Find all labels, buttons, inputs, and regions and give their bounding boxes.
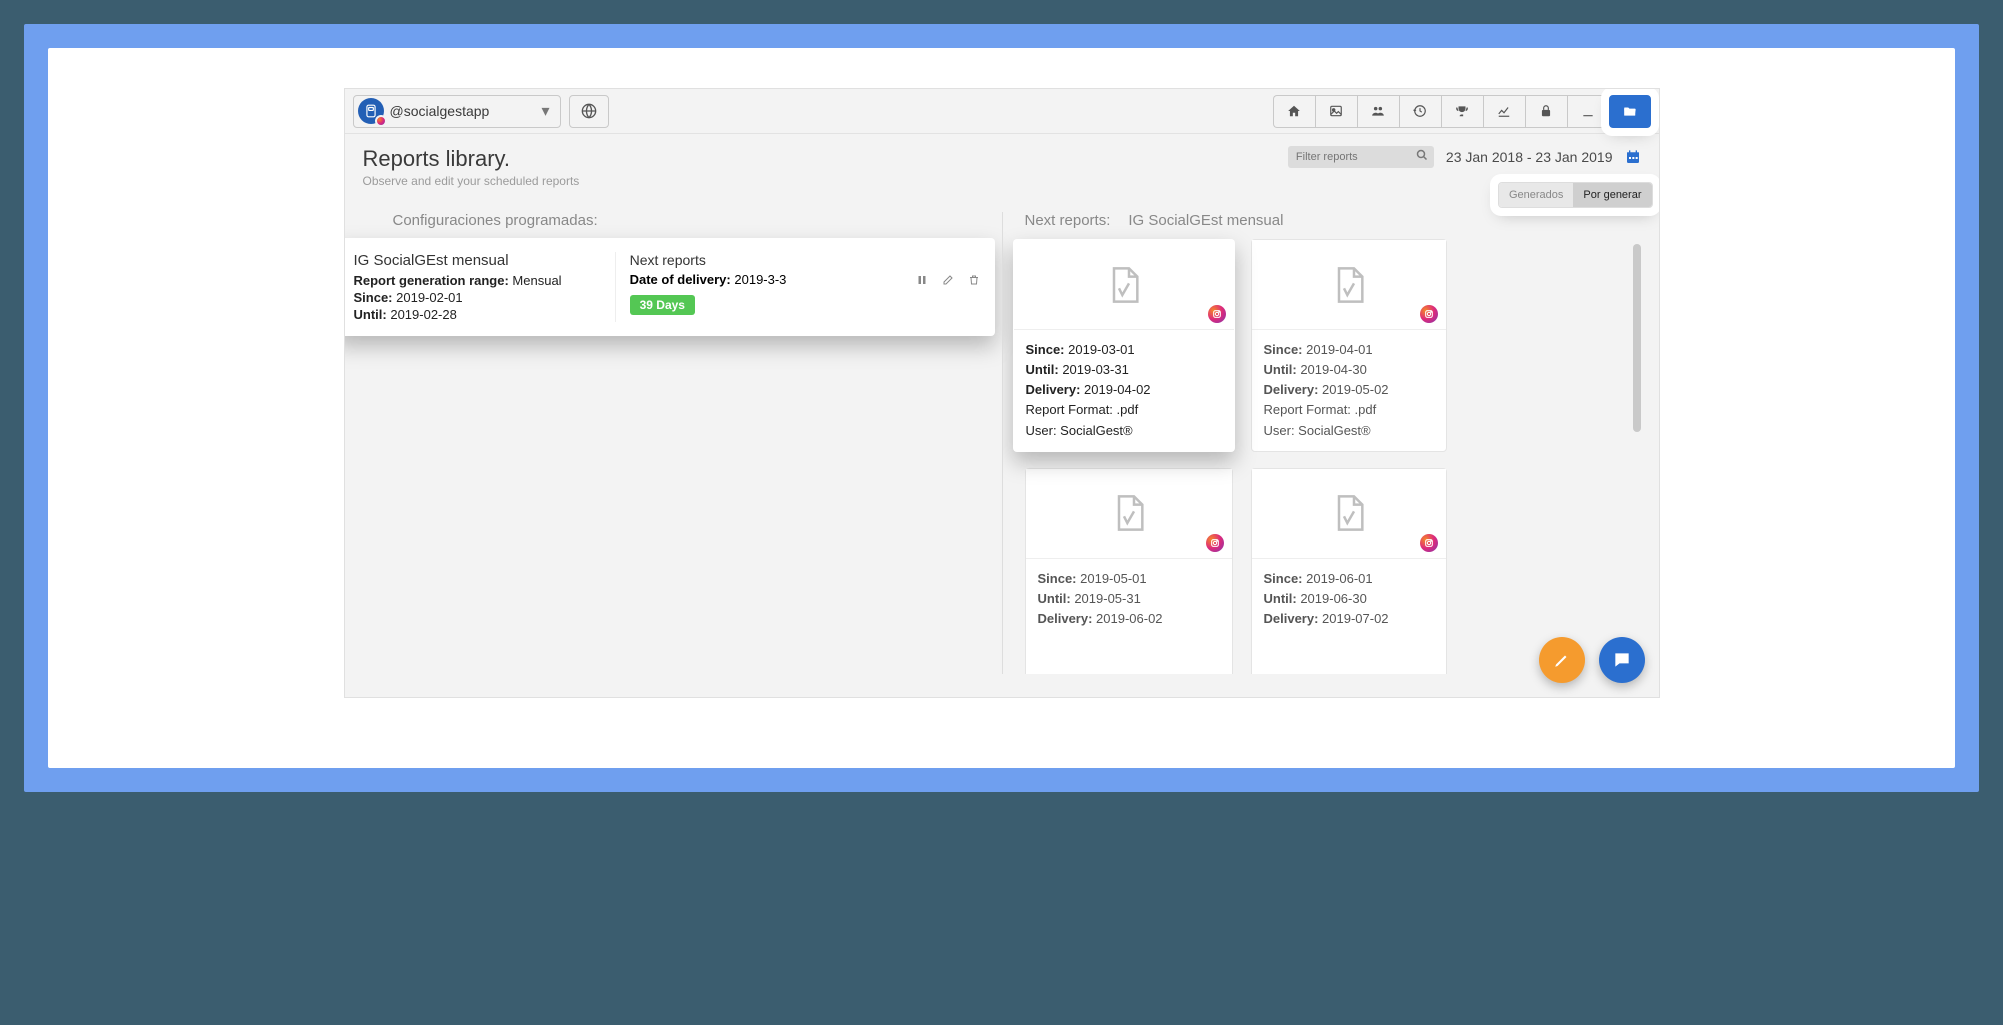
- left-column: Configuraciones programadas: IG SocialGE…: [363, 212, 1002, 674]
- search-wrap: [1288, 146, 1434, 168]
- report-card[interactable]: Since: 2019-06-01Until: 2019-06-30Delive…: [1251, 468, 1447, 674]
- nav-image[interactable]: [1315, 95, 1357, 128]
- nav-users[interactable]: [1357, 95, 1399, 128]
- chevron-down-icon: ▾: [541, 101, 549, 121]
- nav-icons: New!: [1273, 95, 1651, 128]
- page-title: Reports library.: [363, 146, 580, 172]
- nav-reports-library[interactable]: [1609, 95, 1651, 128]
- right-heading-sub: IG SocialGEst mensual: [1128, 212, 1283, 229]
- instagram-icon: [1206, 534, 1224, 552]
- nav-trophy[interactable]: [1441, 95, 1483, 128]
- middle-frame: @socialgestapp ▾ New!: [48, 48, 1955, 768]
- card-thumb: [1026, 469, 1232, 559]
- globe-button[interactable]: [569, 95, 609, 128]
- config-next: Next reports Date of delivery: 2019-3-3: [615, 252, 995, 322]
- right-heading: Next reports: IG SocialGEst mensual: [1025, 212, 1641, 229]
- card-body: Since: 2019-04-01Until: 2019-04-30Delive…: [1252, 330, 1446, 451]
- status-toggle: Generados Por generar: [1498, 182, 1653, 208]
- nav-home[interactable]: [1273, 95, 1315, 128]
- filter-row: 23 Jan 2018 - 23 Jan 2019: [1288, 146, 1641, 168]
- next-delivery-row: Date of delivery: 2019-3-3: [630, 272, 981, 287]
- trash-icon[interactable]: [968, 274, 980, 286]
- card-body: Since: 2019-06-01Until: 2019-06-30Delive…: [1252, 559, 1446, 629]
- instagram-icon: [1420, 534, 1438, 552]
- config-until: Until: 2019-02-28: [354, 307, 601, 322]
- edit-icon[interactable]: [942, 274, 954, 286]
- date-range: 23 Jan 2018 - 23 Jan 2019: [1446, 149, 1613, 165]
- config-since: Since: 2019-02-01: [354, 290, 601, 305]
- report-card[interactable]: Since: 2019-03-01Until: 2019-03-31Delive…: [1013, 239, 1235, 452]
- nav-chart[interactable]: New!: [1483, 95, 1525, 128]
- topbar: @socialgestapp ▾ New!: [345, 89, 1659, 134]
- nav-download[interactable]: [1567, 95, 1609, 128]
- scrollbar-thumb[interactable]: [1633, 244, 1641, 432]
- fab-edit[interactable]: [1539, 637, 1585, 683]
- config-range: Report generation range: Mensual: [354, 273, 601, 288]
- left-heading: Configuraciones programadas:: [393, 212, 990, 229]
- account-handle: @socialgestapp: [390, 103, 536, 119]
- scrollbar-track[interactable]: [1633, 244, 1641, 674]
- nav-lock[interactable]: [1525, 95, 1567, 128]
- account-picker[interactable]: @socialgestapp ▾: [353, 95, 561, 128]
- card-body: Since: 2019-03-01Until: 2019-03-31Delive…: [1014, 330, 1234, 451]
- header-row: Reports library. Observe and edit your s…: [345, 134, 1659, 204]
- toggle-generated[interactable]: Generados: [1499, 183, 1573, 207]
- search-input[interactable]: [1288, 146, 1434, 168]
- page-subtitle: Observe and edit your scheduled reports: [363, 174, 580, 188]
- days-badge: 39 Days: [630, 295, 695, 315]
- calendar-icon[interactable]: [1625, 149, 1641, 165]
- config-title: IG SocialGEst mensual: [354, 252, 601, 269]
- config-details: IG SocialGEst mensual Report generation …: [344, 252, 615, 322]
- card-thumb: [1252, 240, 1446, 330]
- report-card[interactable]: Since: 2019-04-01Until: 2019-04-30Delive…: [1251, 239, 1447, 452]
- instagram-icon: [1420, 305, 1438, 323]
- cards-grid: Since: 2019-03-01Until: 2019-03-31Delive…: [1025, 239, 1641, 674]
- config-actions: [916, 274, 980, 286]
- card-thumb: [1252, 469, 1446, 559]
- fab-chat[interactable]: [1599, 637, 1645, 683]
- outer-frame: @socialgestapp ▾ New!: [24, 24, 1979, 792]
- card-thumb: [1014, 240, 1234, 330]
- report-card[interactable]: Since: 2019-05-01Until: 2019-05-31Delive…: [1025, 468, 1233, 674]
- toggle-pending[interactable]: Por generar: [1573, 183, 1651, 207]
- title-block: Reports library. Observe and edit your s…: [363, 146, 580, 188]
- header-controls: 23 Jan 2018 - 23 Jan 2019 Generados Por …: [1288, 146, 1641, 204]
- instagram-icon: [1208, 305, 1226, 323]
- avatar-wrap: [358, 98, 384, 124]
- card-body: Since: 2019-05-01Until: 2019-05-31Delive…: [1026, 559, 1232, 629]
- right-heading-label: Next reports:: [1025, 212, 1111, 229]
- search-icon[interactable]: [1416, 149, 1428, 161]
- pause-icon[interactable]: [916, 274, 928, 286]
- config-card[interactable]: IG SocialGEst mensual Report generation …: [344, 238, 995, 336]
- instagram-badge-icon: [375, 115, 387, 127]
- nav-history[interactable]: [1399, 95, 1441, 128]
- next-reports-heading: Next reports: [630, 252, 981, 268]
- app-window: @socialgestapp ▾ New!: [344, 88, 1660, 698]
- right-column: Next reports: IG SocialGEst mensual Sinc…: [1002, 212, 1641, 674]
- content: Configuraciones programadas: IG SocialGE…: [345, 204, 1659, 692]
